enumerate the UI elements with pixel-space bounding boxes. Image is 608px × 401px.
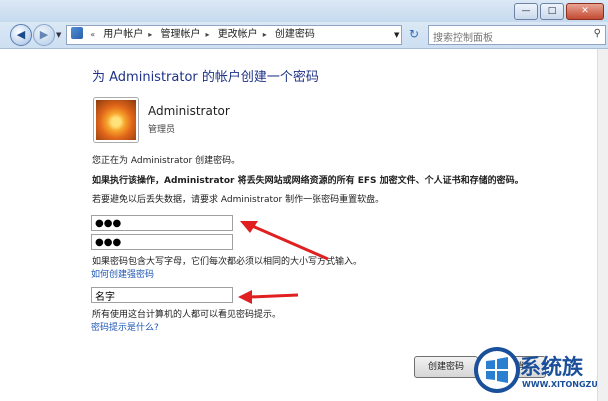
new-password-field[interactable]: [91, 215, 233, 231]
flower-picture-icon: [96, 100, 136, 140]
search-icon[interactable]: ⚲: [594, 28, 601, 39]
title-bar: — □ ✕: [0, 0, 608, 22]
navigation-bar: ◀ ▶ ▼ « 用户帐户▸ 管理帐户▸ 更改帐户▸ 创建密码 ▼ ↻ ⚲: [0, 22, 608, 49]
page-title: 为 Administrator 的帐户创建一个密码: [92, 70, 319, 85]
breadcrumb-manage-accounts[interactable]: 管理帐户: [157, 26, 203, 44]
password-hint-field[interactable]: [91, 287, 233, 303]
forward-button[interactable]: ▶: [33, 24, 55, 46]
annotation-arrow-icon: [238, 290, 299, 304]
intro-text: 您正在为 Administrator 创建密码。: [92, 156, 241, 166]
password-hint-help-link[interactable]: 密码提示是什么?: [91, 320, 159, 333]
breadcrumb-create-password[interactable]: 创建密码: [272, 26, 318, 44]
watermark-logo-icon: [474, 347, 520, 393]
breadcrumb-separator-icon: ▸: [148, 30, 153, 39]
strong-password-link[interactable]: 如何创建强密码: [91, 267, 154, 280]
account-name: Administrator: [148, 104, 230, 118]
maximize-button[interactable]: □: [540, 3, 564, 20]
main-content: 为 Administrator 的帐户创建一个密码 Administrator …: [0, 49, 608, 401]
account-role: 管理员: [148, 125, 176, 135]
search-input[interactable]: [433, 30, 581, 47]
reset-disk-note: 若要避免以后丢失数据，请要求 Administrator 制作一张密码重置软盘。: [92, 195, 385, 205]
avatar: [93, 97, 139, 143]
window-controls: — □ ✕: [514, 3, 604, 20]
breadcrumb-separator-icon: ▸: [262, 30, 267, 39]
confirm-password-field[interactable]: [91, 234, 233, 250]
vertical-scrollbar[interactable]: [597, 49, 608, 401]
close-button[interactable]: ✕: [566, 3, 604, 20]
breadcrumb-overflow-icon[interactable]: «: [88, 30, 97, 39]
back-button[interactable]: ◀: [10, 24, 32, 46]
warning-text: 如果执行该操作，Administrator 将丢失网站或网络资源的所有 EFS …: [92, 176, 524, 186]
breadcrumb-user-accounts[interactable]: 用户帐户: [100, 26, 146, 44]
address-bar[interactable]: « 用户帐户 ▸ 管理帐户 ▸ 更改帐户 ▸ 创建密码: [66, 25, 402, 45]
refresh-icon[interactable]: ↻: [406, 26, 422, 42]
minimize-button[interactable]: —: [514, 3, 538, 20]
create-password-button[interactable]: 创建密码: [414, 356, 478, 378]
breadcrumb-change-account[interactable]: 更改帐户: [215, 26, 261, 44]
watermark-url: WWW.XITONGZU.COM: [522, 380, 608, 389]
annotation-arrow-icon: [240, 221, 329, 261]
breadcrumb-separator-icon: ▸: [205, 30, 210, 39]
control-panel-icon: [71, 27, 83, 39]
address-dropdown-icon[interactable]: ▼: [394, 31, 399, 39]
recent-pages-dropdown-icon[interactable]: ▼: [56, 31, 61, 39]
search-box[interactable]: ⚲: [428, 25, 606, 47]
watermark-name: 系统族: [520, 355, 583, 379]
